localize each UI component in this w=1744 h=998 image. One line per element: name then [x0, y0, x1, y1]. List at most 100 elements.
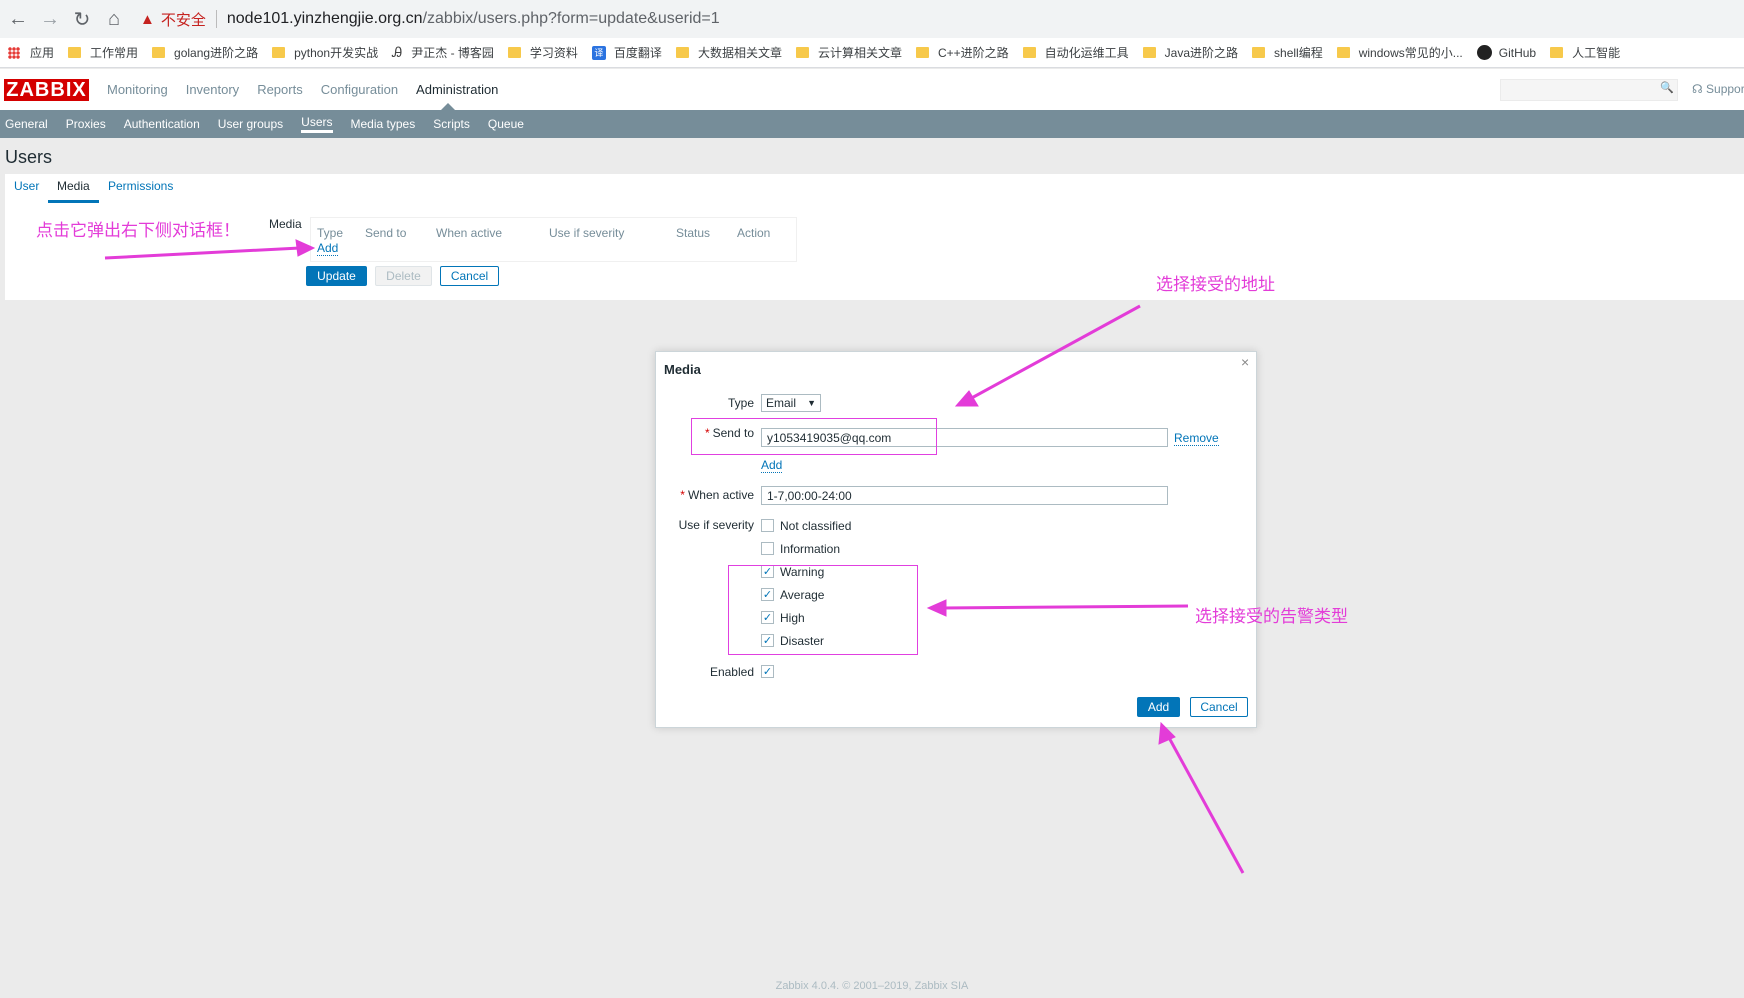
column-header: Use if severity — [549, 226, 625, 240]
folder-icon — [1550, 47, 1564, 58]
menu-configuration[interactable]: Configuration — [321, 82, 398, 97]
warning-icon: ▲ — [140, 10, 155, 28]
delete-button: Delete — [375, 266, 432, 286]
when-active-input[interactable]: 1-7,00:00-24:00 — [761, 486, 1168, 505]
enabled-label: Enabled — [709, 665, 754, 679]
remove-link[interactable]: Remove — [1174, 431, 1219, 446]
admin-submenu: General Proxies Authentication User grou… — [0, 110, 1744, 138]
severity-not-classified-checkbox[interactable] — [761, 519, 774, 532]
home-icon[interactable]: ⌂ — [100, 5, 128, 33]
dialog-add-button[interactable]: Add — [1137, 697, 1180, 717]
bookmark-apps[interactable]: 应用 — [8, 44, 54, 61]
bookmark-item[interactable]: 译百度翻译 — [591, 44, 662, 61]
click-hint-annotation: 点击它弹出右下侧对话框！ — [36, 221, 240, 240]
menu-reports[interactable]: Reports — [257, 82, 303, 97]
dialog-title: Media — [664, 362, 701, 377]
page-footer: Zabbix 4.0.4. © 2001–2019, Zabbix SIA — [775, 980, 969, 992]
submenu-proxies[interactable]: Proxies — [66, 117, 106, 131]
support-link[interactable]: ☊ Suppor — [1692, 82, 1744, 96]
tab-user[interactable]: User — [5, 179, 48, 200]
bookmark-item[interactable]: windows常见的小... — [1336, 44, 1463, 61]
media-label: Media — [269, 217, 302, 231]
security-warning[interactable]: ▲ 不安全 — [140, 9, 206, 30]
bookmark-item[interactable]: 自动化运维工具 — [1022, 44, 1129, 61]
search-input[interactable] — [1500, 79, 1678, 101]
dialog-cancel-button[interactable]: Cancel — [1190, 697, 1248, 717]
forward-icon[interactable]: → — [36, 5, 64, 33]
address-hint-annotation: 选择接受的地址 — [1156, 275, 1275, 294]
bookmark-item[interactable]: shell编程 — [1252, 44, 1323, 61]
bookmark-item[interactable]: 云计算相关文章 — [795, 44, 902, 61]
column-header: Send to — [365, 226, 407, 240]
type-select[interactable]: Email ▼ — [761, 394, 821, 412]
menu-monitoring[interactable]: Monitoring — [107, 82, 168, 97]
page-title: Users — [5, 147, 53, 167]
active-menu-caret — [441, 103, 455, 110]
submenu-authentication[interactable]: Authentication — [124, 117, 200, 131]
submenu-users[interactable]: Users — [301, 115, 333, 133]
folder-icon — [1022, 47, 1036, 58]
tab-media[interactable]: Media — [48, 179, 99, 203]
arrow-to-add-button — [1165, 733, 1245, 874]
translate-icon: 译 — [591, 45, 606, 60]
column-header: When active — [436, 226, 503, 240]
zabbix-logo[interactable]: ZABBIX — [4, 79, 89, 101]
submenu-media-types[interactable]: Media types — [351, 117, 416, 131]
folder-icon — [915, 47, 929, 58]
send-to-highlight-box — [691, 418, 937, 455]
type-label: Type — [727, 396, 754, 410]
headset-icon: ☊ — [1692, 82, 1703, 96]
chevron-down-icon: ▼ — [807, 398, 816, 408]
back-icon[interactable]: ← — [4, 5, 32, 33]
github-icon — [1476, 45, 1492, 60]
when-active-label: * When active — [680, 488, 754, 502]
bookmark-item[interactable]: 大数据相关文章 — [675, 44, 782, 61]
folder-icon — [675, 47, 689, 58]
divider — [215, 10, 217, 28]
bookmark-item[interactable]: golang进阶之路 — [152, 44, 258, 61]
user-tabs: User Media Permissions — [5, 174, 1744, 204]
media-dialog: Media × Type Email ▼ * Send to y1053419035… — [655, 351, 1257, 728]
bookmarks-bar: 应用 工作常用 golang进阶之路 python开发实战 Ꭿ 尹正杰 - 博客园… — [0, 38, 1744, 68]
cancel-button[interactable]: Cancel — [440, 266, 499, 286]
severity-label-text: Not classified — [780, 519, 852, 533]
update-button[interactable]: Update — [306, 266, 367, 286]
folder-icon — [507, 47, 521, 58]
reload-icon[interactable]: ↻ — [68, 5, 96, 33]
folder-icon — [1252, 47, 1266, 58]
bookmark-item[interactable]: python开发实战 — [272, 44, 378, 61]
url-field[interactable]: node101.yinzhengjie.org.cn/zabbix/users.… — [227, 10, 720, 28]
tab-permissions[interactable]: Permissions — [99, 179, 182, 200]
menu-inventory[interactable]: Inventory — [186, 82, 239, 97]
severity-label: Use if severity — [678, 518, 754, 532]
bookmark-item[interactable]: Ꭿ 尹正杰 - 博客园 — [392, 44, 494, 61]
submenu-queue[interactable]: Queue — [488, 117, 524, 131]
menu-administration[interactable]: Administration — [416, 82, 498, 97]
column-header: Status — [676, 226, 711, 240]
blog-icon: Ꭿ — [392, 44, 403, 60]
folder-icon — [1336, 47, 1350, 58]
severity-information-checkbox[interactable] — [761, 542, 774, 555]
bookmark-item[interactable]: 人工智能 — [1550, 44, 1620, 61]
severity-hint-annotation: 选择接受的告警类型 — [1195, 607, 1348, 626]
column-header: Type — [317, 226, 344, 240]
folder-icon — [68, 47, 82, 58]
close-icon[interactable]: × — [1241, 354, 1249, 370]
apps-grid-icon — [8, 46, 20, 59]
submenu-scripts[interactable]: Scripts — [433, 117, 470, 131]
enabled-checkbox[interactable]: ✓ — [761, 665, 774, 678]
browser-address-bar: ← → ↻ ⌂ ▲ 不安全 node101.yinzhengjie.org.cn… — [0, 0, 1744, 38]
submenu-user-groups[interactable]: User groups — [218, 117, 283, 131]
search-icon[interactable]: 🔍 — [1660, 81, 1674, 94]
folder-icon — [272, 47, 286, 58]
add-address-link[interactable]: Add — [761, 458, 783, 473]
bookmark-item[interactable]: Java进阶之路 — [1142, 44, 1238, 61]
zabbix-header: ZABBIX Monitoring Inventory Reports Conf… — [0, 69, 1744, 110]
submenu-general[interactable]: General — [5, 117, 48, 131]
bookmark-item[interactable]: GitHub — [1476, 45, 1536, 60]
bookmark-item[interactable]: 学习资料 — [507, 44, 578, 61]
bookmark-item[interactable]: C++进阶之路 — [915, 44, 1009, 61]
severity-highlight-box — [728, 565, 918, 655]
add-media-link[interactable]: Add — [317, 241, 339, 256]
bookmark-item[interactable]: 工作常用 — [68, 44, 138, 61]
